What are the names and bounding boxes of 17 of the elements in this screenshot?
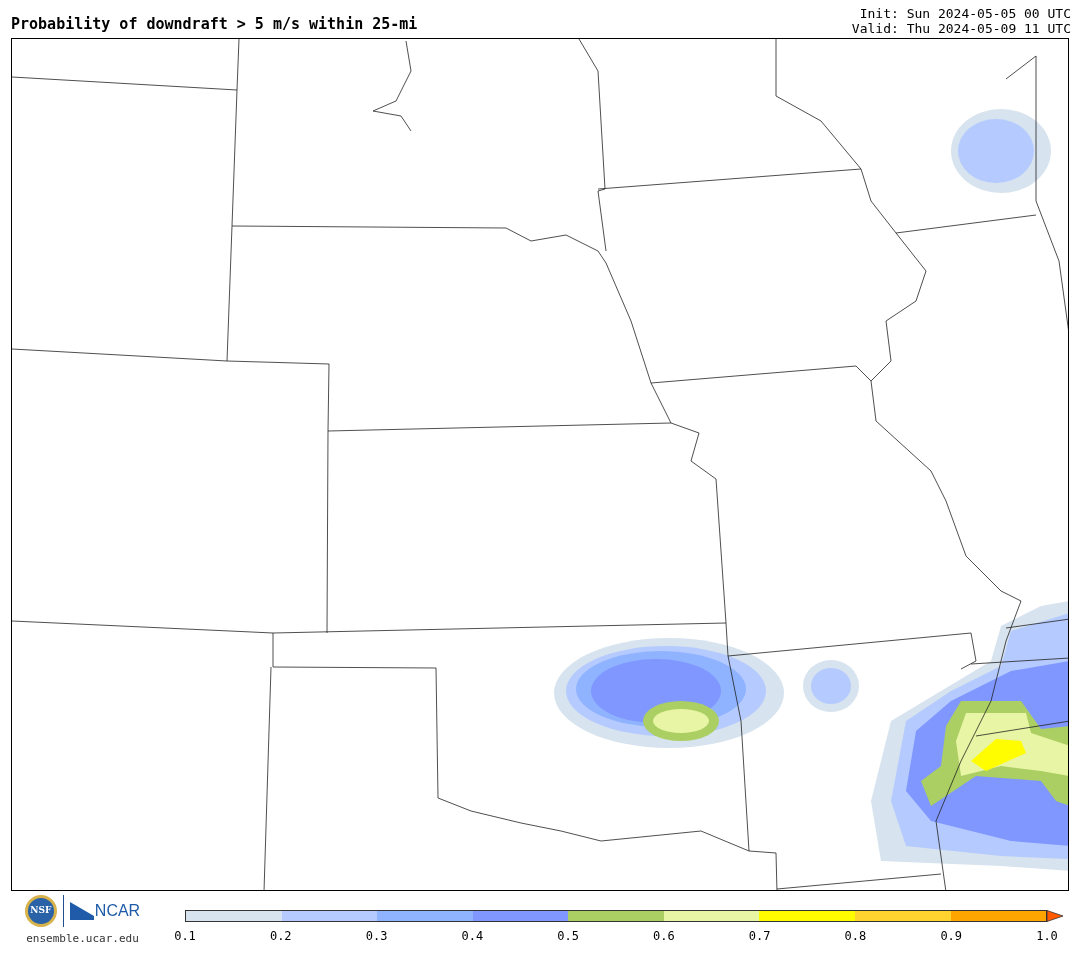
colorbar-tick-label: 0.4 [461,928,484,945]
colorbar-tick-label: 0.2 [269,928,292,945]
nsf-logo: NSF [24,895,57,927]
colorbar-tick-label: 0.9 [940,928,963,945]
chart-title: Probability of downdraft > 5 m/s within 25-mi [11,17,418,35]
valid-time: Valid: Thu 2024-05-09 11 UTC [851,21,1071,36]
colorbar-tick-label: 0.6 [653,928,675,945]
colorbar-tick-label: 0.8 [844,928,867,945]
ncar-logo: NCAR [69,902,141,920]
ncar-icon [69,902,94,920]
colorbar-tick-label: 0.1 [174,928,196,945]
colorbar-tick-label: 0.7 [748,928,771,945]
colorbar-tick-label: 1.0 [1036,928,1058,945]
init-time: Init: Sun 2024-05-05 00 UTC [859,6,1071,21]
colorbar-tick-label: 0.5 [557,928,579,945]
site-url: ensemble.ucar.edu [26,931,139,947]
colorbar-tick-label: 0.3 [365,928,388,945]
